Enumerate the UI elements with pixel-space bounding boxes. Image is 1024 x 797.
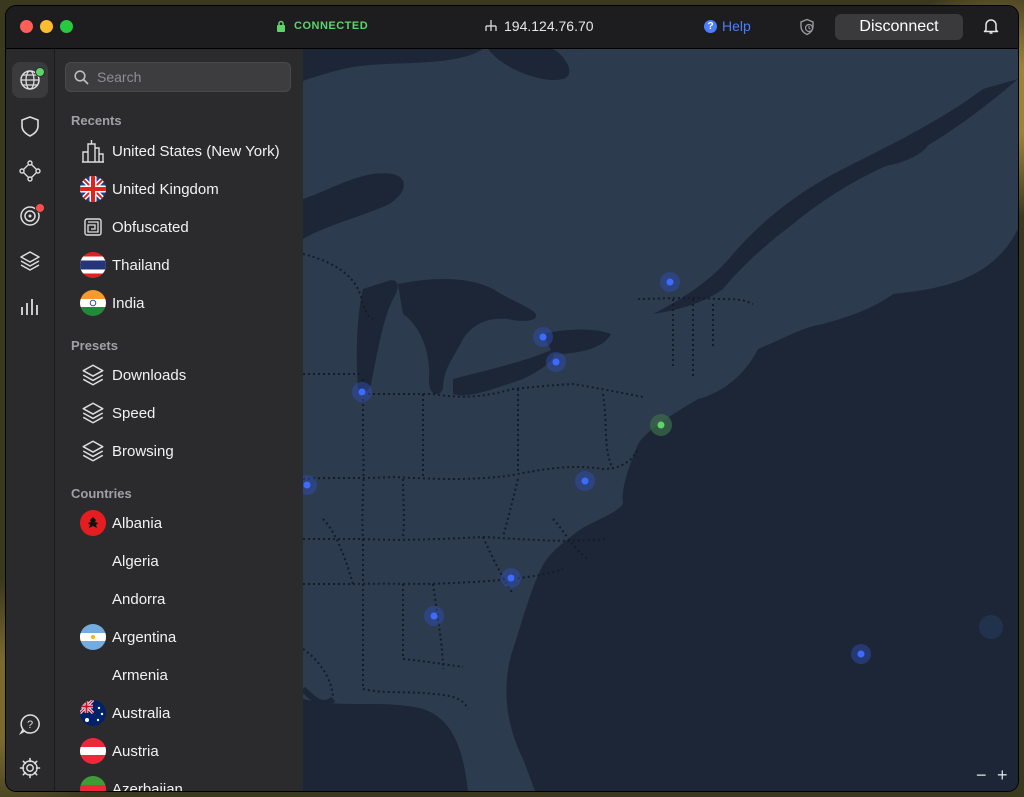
country-item-label: Australia bbox=[112, 704, 171, 722]
alert-dot bbox=[35, 203, 45, 213]
connection-status: CONNECTED bbox=[276, 20, 368, 32]
server-sidebar: Recents United States (New York) United … bbox=[55, 49, 303, 791]
country-item-azerbaijan[interactable]: Azerbaijan bbox=[79, 772, 295, 791]
ip-text: 194.124.76.70 bbox=[504, 18, 594, 34]
recent-item-label: Thailand bbox=[112, 256, 170, 274]
map-canvas[interactable] bbox=[297, 49, 1018, 791]
shield-icon[interactable] bbox=[12, 108, 48, 144]
country-item-algeria[interactable]: Algeria bbox=[79, 544, 295, 578]
preset-item-label: Speed bbox=[112, 404, 156, 422]
gear-icon[interactable] bbox=[12, 750, 48, 786]
australia-flag-icon bbox=[79, 700, 106, 726]
disconnect-button[interactable]: Disconnect bbox=[835, 14, 963, 40]
minimize-window-button[interactable] bbox=[40, 20, 53, 33]
presets-title: Presets bbox=[71, 338, 118, 353]
country-item-label: Argentina bbox=[112, 628, 177, 646]
country-item-label: Armenia bbox=[112, 666, 168, 684]
preset-item-speed[interactable]: Speed bbox=[79, 396, 295, 430]
search-input[interactable] bbox=[95, 68, 289, 86]
bell-icon[interactable] bbox=[982, 17, 1000, 35]
country-item-argentina[interactable]: Argentina bbox=[79, 620, 295, 654]
icon-rail: ? bbox=[6, 49, 55, 791]
app-window: CONNECTED 194.124.76.70 ? Help Disconnec… bbox=[6, 6, 1018, 791]
recent-item-label: United Kingdom bbox=[112, 180, 219, 198]
preset-item-label: Browsing bbox=[112, 442, 174, 460]
status-text: CONNECTED bbox=[294, 20, 369, 32]
india-flag-icon bbox=[79, 290, 106, 316]
recent-item-united-states[interactable]: United States (New York) bbox=[79, 134, 295, 168]
help-link[interactable]: ? Help bbox=[704, 18, 751, 34]
ip-address: 194.124.76.70 bbox=[484, 18, 594, 34]
svg-text:?: ? bbox=[27, 719, 33, 731]
help-label: Help bbox=[722, 18, 751, 34]
preset-item-browsing[interactable]: Browsing bbox=[79, 434, 295, 468]
server-map[interactable]: − + bbox=[297, 49, 1018, 791]
obfuscated-icon bbox=[79, 214, 106, 241]
threat-protection-icon[interactable] bbox=[798, 18, 816, 36]
meshnet-icon[interactable] bbox=[12, 153, 48, 189]
country-item-label: Azerbaijan bbox=[112, 780, 183, 792]
country-item-austria[interactable]: Austria bbox=[79, 734, 295, 768]
title-bar: CONNECTED 194.124.76.70 ? Help Disconnec… bbox=[6, 6, 1018, 49]
globe-icon[interactable] bbox=[12, 62, 48, 98]
layers-icon[interactable] bbox=[12, 243, 48, 279]
azerbaijan-flag-icon bbox=[79, 776, 106, 791]
lock-icon bbox=[277, 20, 285, 32]
thailand-flag-icon bbox=[79, 252, 106, 278]
country-item-label: Algeria bbox=[112, 552, 159, 570]
target-icon[interactable] bbox=[12, 198, 48, 234]
city-icon bbox=[79, 138, 106, 165]
country-item-label: Andorra bbox=[112, 590, 166, 608]
country-item-armenia[interactable]: Armenia bbox=[79, 658, 295, 692]
close-window-button[interactable] bbox=[20, 20, 33, 33]
countries-title: Countries bbox=[71, 486, 132, 501]
recent-item-thailand[interactable]: Thailand bbox=[79, 248, 295, 282]
recent-item-united-kingdom[interactable]: United Kingdom bbox=[79, 172, 295, 206]
recent-item-label: Obfuscated bbox=[112, 218, 189, 236]
preset-item-downloads[interactable]: Downloads bbox=[79, 358, 295, 392]
help-icon[interactable]: ? bbox=[12, 706, 48, 742]
country-item-label: Albania bbox=[112, 514, 163, 532]
question-icon: ? bbox=[704, 19, 717, 33]
search-icon bbox=[74, 69, 89, 84]
zoom-in-button[interactable]: + bbox=[997, 765, 1008, 786]
recent-item-india[interactable]: India bbox=[79, 286, 295, 320]
recents-title: Recents bbox=[71, 113, 122, 128]
albania-flag-icon bbox=[79, 510, 106, 536]
layers-icon bbox=[79, 362, 106, 389]
country-item-andorra[interactable]: Andorra bbox=[79, 582, 295, 616]
search-field[interactable] bbox=[65, 62, 291, 92]
recent-item-label: United States (New York) bbox=[112, 142, 280, 160]
argentina-flag-icon bbox=[79, 624, 106, 650]
connected-dot bbox=[35, 67, 45, 77]
country-item-australia[interactable]: Australia bbox=[79, 696, 295, 730]
layers-icon bbox=[79, 438, 106, 465]
recent-item-label: India bbox=[112, 294, 145, 312]
country-item-label: Austria bbox=[112, 742, 159, 760]
layers-icon bbox=[79, 400, 106, 427]
recent-item-obfuscated[interactable]: Obfuscated bbox=[79, 210, 295, 244]
network-icon bbox=[485, 20, 497, 31]
uk-flag-icon bbox=[79, 176, 106, 202]
country-item-albania[interactable]: Albania bbox=[79, 506, 295, 540]
stats-icon[interactable] bbox=[12, 288, 48, 324]
preset-item-label: Downloads bbox=[112, 366, 187, 384]
zoom-out-button[interactable]: − bbox=[976, 765, 987, 786]
austria-flag-icon bbox=[79, 738, 106, 764]
zoom-window-button[interactable] bbox=[60, 20, 73, 33]
